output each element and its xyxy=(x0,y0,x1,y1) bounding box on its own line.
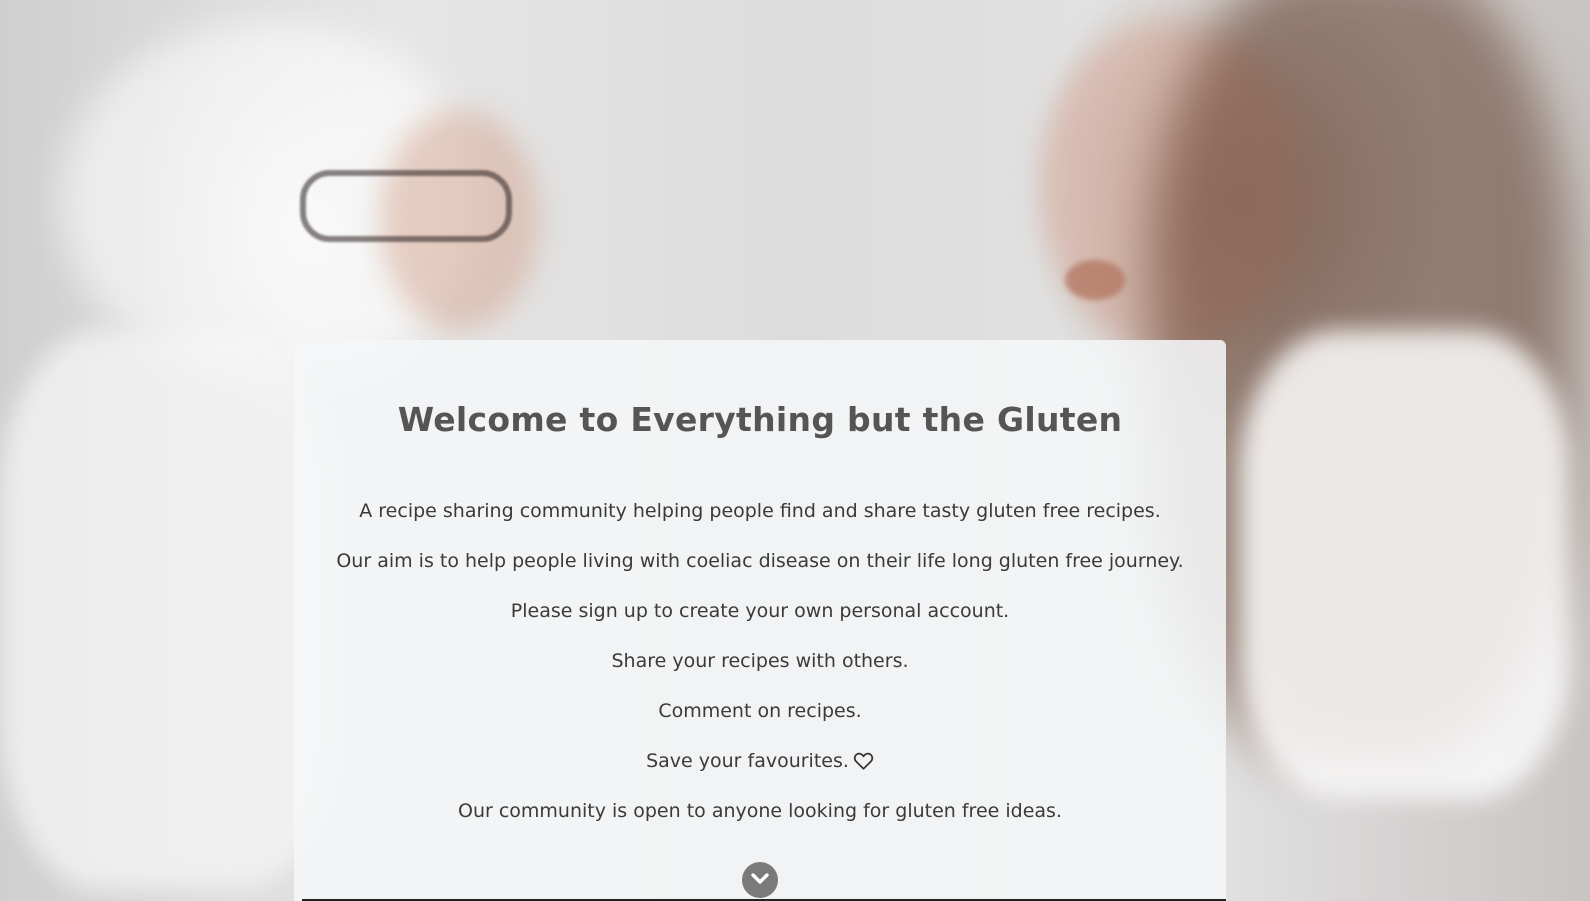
heart-icon xyxy=(853,751,874,776)
intro-line-recipe-community: A recipe sharing community helping peopl… xyxy=(359,500,1161,522)
bg-shape xyxy=(1240,330,1570,800)
favourites-text: Save your favourites. xyxy=(646,750,849,772)
intro-text: A recipe sharing community helping peopl… xyxy=(294,499,1226,849)
intro-line-sign-up: Please sign up to create your own person… xyxy=(510,600,1010,622)
intro-line-community-open: Our community is open to anyone looking … xyxy=(458,800,1062,822)
page-title: Welcome to Everything but the Gluten xyxy=(397,400,1123,439)
chevron-down-icon xyxy=(751,871,769,890)
welcome-card: Welcome to Everything but the Gluten A r… xyxy=(294,340,1226,901)
bg-shape xyxy=(1065,260,1125,300)
intro-line-aim: Our aim is to help people living with co… xyxy=(336,550,1184,572)
intro-line-comment: Comment on recipes. xyxy=(658,700,862,722)
scroll-down-button[interactable] xyxy=(742,862,778,898)
bg-shape xyxy=(0,330,340,890)
intro-line-share: Share your recipes with others. xyxy=(611,650,909,672)
bg-shape xyxy=(300,170,512,242)
intro-line-favourites: Save your favourites. xyxy=(294,749,1226,799)
